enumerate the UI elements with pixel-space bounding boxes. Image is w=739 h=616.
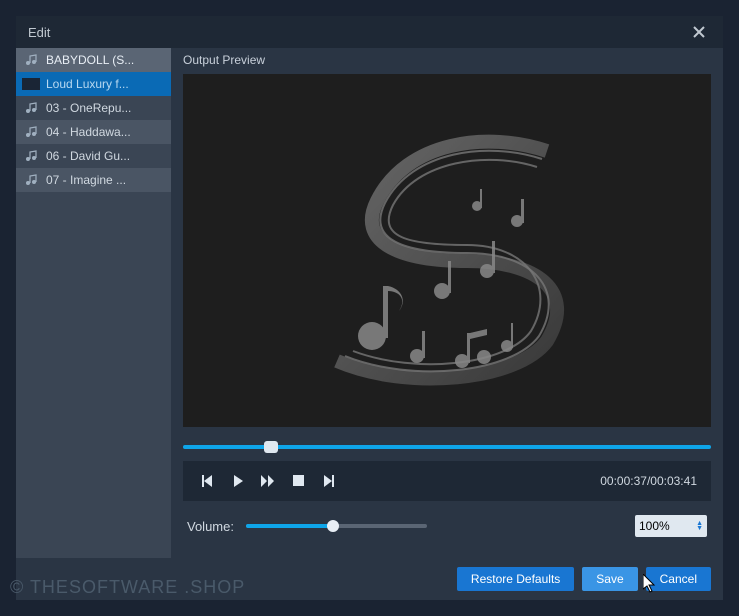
play-button[interactable] xyxy=(227,470,249,492)
preview-label: Output Preview xyxy=(183,53,265,67)
volume-row: Volume: 100% ▲▼ xyxy=(183,507,711,546)
track-list: BABYDOLL (S... Loud Luxury f... 03 - OneRe… xyxy=(16,48,171,558)
track-item[interactable]: 06 - David Gu... xyxy=(16,144,171,168)
track-item[interactable]: 03 - OneRepu... xyxy=(16,96,171,120)
track-item[interactable]: 07 - Imagine ... xyxy=(16,168,171,192)
fast-forward-button[interactable] xyxy=(257,470,279,492)
music-artwork xyxy=(287,111,607,391)
save-button[interactable]: Save xyxy=(582,567,637,591)
volume-select[interactable]: 100% ▲▼ xyxy=(635,515,707,537)
volume-thumb[interactable] xyxy=(327,520,339,532)
track-label: 04 - Haddawa... xyxy=(46,125,131,139)
edit-dialog: Edit BABYDOLL (S... Loud Luxury f... 03 - … xyxy=(16,16,723,600)
music-icon xyxy=(22,173,40,187)
track-item[interactable]: BABYDOLL (S... xyxy=(16,48,171,72)
volume-slider[interactable] xyxy=(246,524,427,528)
stop-button[interactable] xyxy=(287,470,309,492)
track-label: 07 - Imagine ... xyxy=(46,173,126,187)
prev-button[interactable] xyxy=(197,470,219,492)
restore-defaults-button[interactable]: Restore Defaults xyxy=(457,567,574,591)
main-panel: Output Preview xyxy=(171,48,723,558)
track-label: Loud Luxury f... xyxy=(46,77,129,91)
track-label: 03 - OneRepu... xyxy=(46,101,131,115)
spinner-icon: ▲▼ xyxy=(696,521,703,531)
seek-slider[interactable] xyxy=(183,445,711,449)
track-item[interactable]: 04 - Haddawa... xyxy=(16,120,171,144)
time-display: 00:00:37/00:03:41 xyxy=(600,474,697,488)
music-icon xyxy=(22,149,40,163)
seek-thumb[interactable] xyxy=(264,441,278,453)
titlebar: Edit xyxy=(16,16,723,48)
music-icon xyxy=(22,101,40,115)
cancel-button[interactable]: Cancel xyxy=(646,567,711,591)
preview-area xyxy=(183,74,711,427)
track-label: 06 - David Gu... xyxy=(46,149,130,163)
track-item[interactable]: Loud Luxury f... xyxy=(16,72,171,96)
track-thumbnail xyxy=(22,78,40,90)
playback-controls: 00:00:37/00:03:41 xyxy=(183,461,711,500)
dialog-footer: Restore Defaults Save Cancel xyxy=(16,558,723,600)
close-button[interactable] xyxy=(687,20,711,44)
music-icon xyxy=(22,53,40,67)
track-label: BABYDOLL (S... xyxy=(46,53,134,67)
window-title: Edit xyxy=(28,25,50,40)
volume-label: Volume: xyxy=(187,519,234,534)
next-button[interactable] xyxy=(317,470,339,492)
music-icon xyxy=(22,125,40,139)
